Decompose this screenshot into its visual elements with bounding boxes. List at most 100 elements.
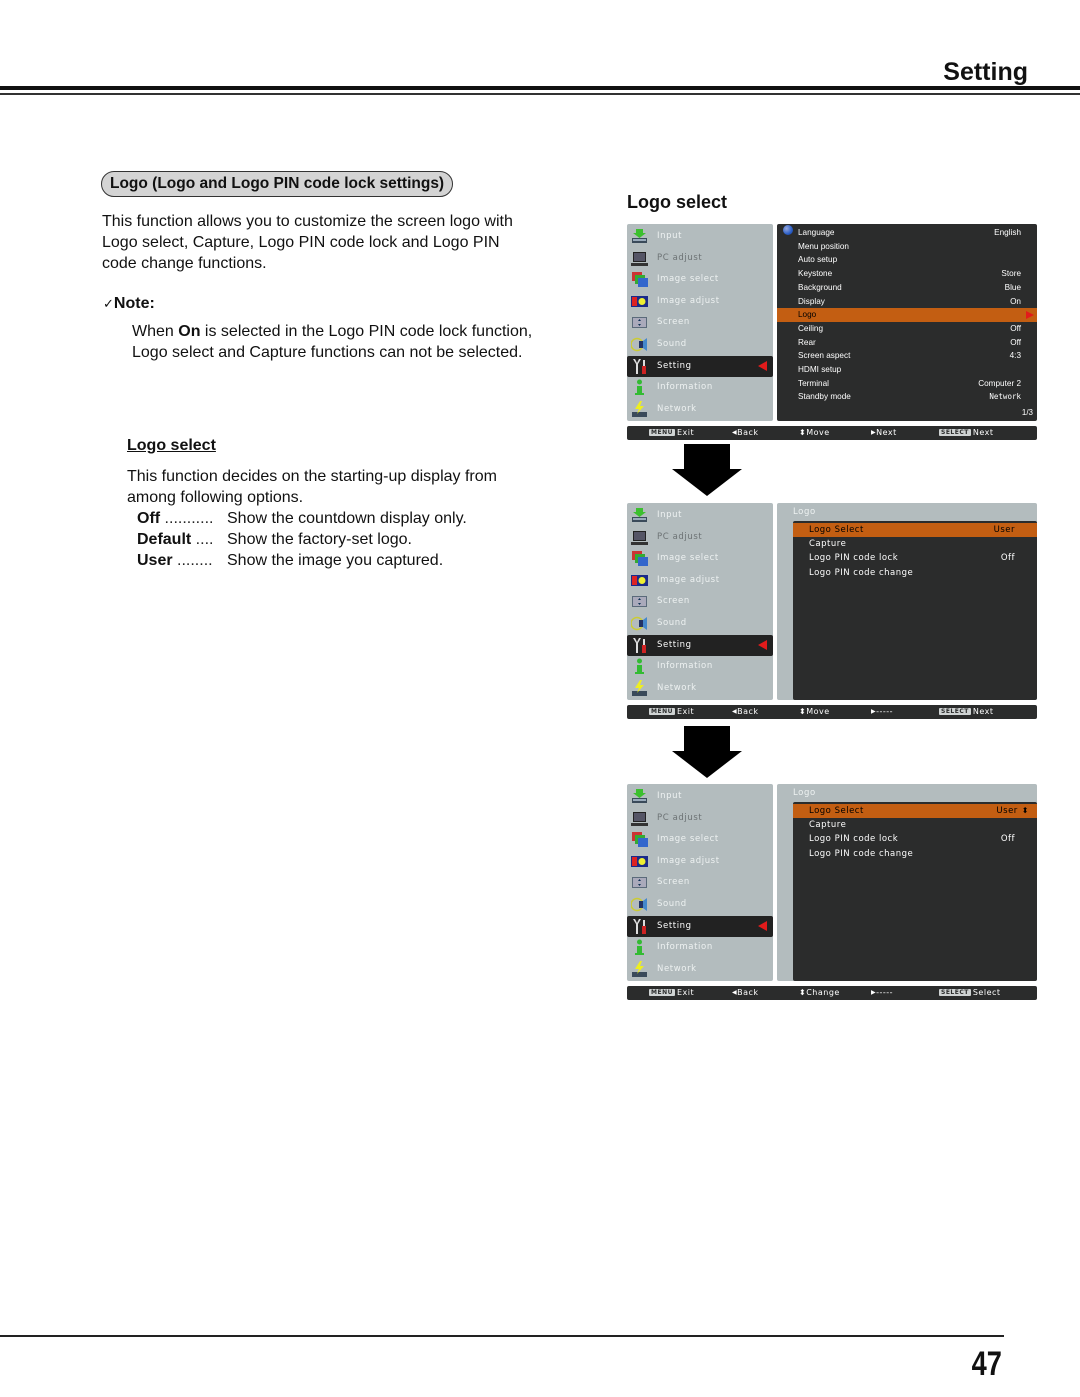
main-menu-item-image-select[interactable]: Image select: [627, 269, 773, 290]
setting-value: Computer 2: [978, 378, 1021, 388]
submenu-label: Capture: [809, 820, 847, 831]
main-menu-item-sound[interactable]: Sound: [627, 894, 773, 915]
submenu-label: Logo Select: [809, 806, 864, 816]
back-hint: ◀Back: [732, 428, 759, 437]
main-menu-item-network[interactable]: Network: [627, 399, 773, 420]
menu-item-label: Information: [657, 382, 713, 393]
setting-row-hdmi-setup[interactable]: HDMI setup: [777, 363, 1037, 377]
main-menu-item-image-adjust[interactable]: Image adjust: [627, 851, 773, 872]
main-menu-item-image-select[interactable]: Image select: [627, 548, 773, 569]
main-menu-item-image-adjust[interactable]: Image adjust: [627, 291, 773, 312]
setting-row-terminal[interactable]: Terminal Computer 2: [777, 377, 1037, 391]
main-menu-item-setting[interactable]: Setting: [627, 915, 773, 937]
main-menu-item-input[interactable]: Input: [627, 226, 773, 247]
submenu-title: Logo: [793, 788, 816, 798]
main-menu-item-sound[interactable]: Sound: [627, 334, 773, 355]
submenu-row-logo-pin-code-lock[interactable]: Logo PIN code lock Off: [793, 551, 1037, 565]
main-menu-item-pc-adjust[interactable]: PC adjust: [627, 808, 773, 829]
setting-row-logo[interactable]: Logo: [777, 308, 1037, 322]
setting-row-screen-aspect[interactable]: Screen aspect 4:3: [777, 349, 1037, 363]
option-leader: ........: [172, 552, 213, 569]
setting-row-language[interactable]: Language English: [777, 226, 1037, 240]
main-menu-item-screen[interactable]: Screen: [627, 591, 773, 612]
setting-icon: [631, 637, 648, 654]
setting-row-standby-mode[interactable]: Standby mode Network: [777, 390, 1037, 404]
menu-item-label: Input: [657, 510, 683, 520]
main-menu-item-setting[interactable]: Setting: [627, 355, 773, 377]
header-rule-thin: [0, 93, 1080, 95]
submenu-row-capture[interactable]: Capture: [793, 537, 1037, 551]
main-menu-item-information[interactable]: Information: [627, 937, 773, 958]
submenu-row-logo-pin-code-change[interactable]: Logo PIN code change: [793, 566, 1037, 580]
note-heading: ✓Note:: [103, 295, 155, 313]
value-text: User: [996, 806, 1018, 816]
setting-label: Auto setup: [798, 255, 838, 265]
intro-line: code change functions.: [102, 255, 267, 272]
submenu-row-logo-select[interactable]: Logo Select User ⬍: [793, 804, 1037, 818]
submenu-row-capture[interactable]: Capture: [793, 818, 1037, 832]
main-menu-item-network[interactable]: Network: [627, 678, 773, 699]
menu-item-label: PC adjust: [657, 252, 703, 263]
main-menu-item-information[interactable]: Information: [627, 377, 773, 398]
exit-label: Exit: [676, 988, 695, 997]
select-key-icon: SELECT: [939, 708, 971, 715]
right-label: -----: [876, 988, 894, 997]
information-icon: [631, 658, 648, 675]
menu-item-label: Information: [657, 942, 713, 953]
main-menu-item-pc-adjust[interactable]: PC adjust: [627, 527, 773, 548]
submenu-label: Capture: [809, 539, 847, 550]
menu-item-label: Screen: [657, 877, 690, 888]
main-menu-item-setting[interactable]: Setting: [627, 634, 773, 656]
setting-value: Store: [1001, 269, 1021, 279]
setting-value: 4:3: [1009, 351, 1021, 361]
input-icon: [631, 228, 648, 245]
setting-row-menu-position[interactable]: Menu position: [777, 240, 1037, 254]
main-menu-item-input[interactable]: Input: [627, 786, 773, 807]
menu-key-icon: MENU: [649, 429, 675, 436]
submenu-label: Logo PIN code change: [809, 848, 914, 859]
setting-row-rear[interactable]: Rear Off: [777, 336, 1037, 350]
main-menu-item-image-adjust[interactable]: Image adjust: [627, 570, 773, 591]
move-hint: ⬍Change: [799, 988, 840, 997]
submenu-row-logo-pin-code-lock[interactable]: Logo PIN code lock Off: [793, 832, 1037, 846]
value-text: Off: [1000, 834, 1015, 845]
main-menu-item-screen[interactable]: Screen: [627, 312, 773, 333]
setting-label: Display: [798, 296, 825, 306]
submenu-label: Logo PIN code lock: [809, 834, 899, 845]
setting-label: HDMI setup: [798, 365, 842, 374]
setting-row-display[interactable]: Display On: [777, 295, 1037, 309]
page-indicator: 1/3: [1021, 408, 1033, 417]
osd-screen-setting-menu: Input PC adjust Image select Image adjust Sc…: [627, 224, 1037, 441]
main-menu-item-screen[interactable]: Screen: [627, 872, 773, 893]
chapter-title: Setting: [943, 58, 1028, 86]
check-icon: ✓: [103, 296, 114, 311]
setting-label: Rear: [798, 337, 816, 347]
setting-row-ceiling[interactable]: Ceiling Off: [777, 322, 1037, 336]
main-menu-item-input[interactable]: Input: [627, 505, 773, 526]
setting-row-keystone[interactable]: Keystone Store: [777, 267, 1037, 281]
image-adjust-icon: [631, 853, 648, 870]
submenu-row-logo-select[interactable]: Logo Select User: [793, 523, 1037, 537]
selected-arrow-icon: [758, 639, 767, 650]
select-hint: SELECT Next: [939, 707, 993, 716]
main-menu-item-pc-adjust[interactable]: PC adjust: [627, 248, 773, 269]
select-key-icon: SELECT: [939, 989, 971, 996]
screen-icon: [631, 314, 648, 331]
option-leader: ...........: [160, 510, 214, 527]
setting-row-background[interactable]: Background Blue: [777, 281, 1037, 295]
main-menu-item-information[interactable]: Information: [627, 656, 773, 677]
main-menu-item-sound[interactable]: Sound: [627, 613, 773, 634]
main-menu-item-image-select[interactable]: Image select: [627, 829, 773, 850]
setting-row-auto-setup[interactable]: Auto setup: [777, 253, 1037, 267]
submenu-row-logo-pin-code-change[interactable]: Logo PIN code change: [793, 847, 1037, 861]
main-menu-item-network[interactable]: Network: [627, 959, 773, 980]
header-rule: [0, 86, 1080, 90]
menu-item-label: Input: [657, 231, 683, 241]
setting-value: On: [1010, 296, 1021, 306]
option-desc: Show the image you captured.: [227, 552, 444, 569]
right-label: Next: [876, 428, 897, 437]
setting-value: Blue: [1004, 282, 1021, 292]
menu-item-label: Setting: [657, 920, 692, 931]
menu-item-label: Information: [657, 661, 713, 672]
selected-arrow-icon: [758, 360, 767, 371]
